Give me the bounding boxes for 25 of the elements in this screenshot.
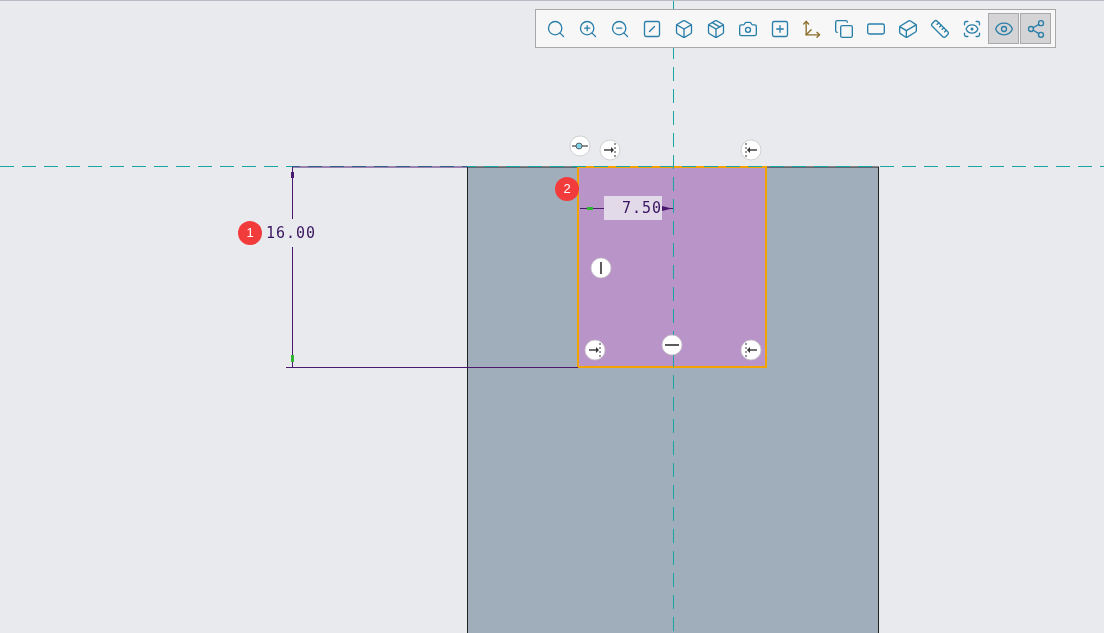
cuboid-icon xyxy=(897,18,918,39)
zoom-fit-icon xyxy=(545,18,566,39)
dimension-value[interactable]: 16.00 xyxy=(266,223,317,243)
axes-icon xyxy=(801,18,822,39)
constraint-icon[interactable] xyxy=(740,339,762,361)
number-badge: 1 xyxy=(238,221,262,245)
square-slash-icon xyxy=(641,18,662,39)
constraint-icon[interactable] xyxy=(569,135,591,157)
cube-icon xyxy=(673,18,694,39)
zoom-in-icon xyxy=(577,18,598,39)
constraint-icon[interactable] xyxy=(661,334,683,356)
dimension-value[interactable]: 7.50 xyxy=(604,196,662,220)
ruler-icon xyxy=(929,18,950,39)
constraint-icon[interactable] xyxy=(584,339,606,361)
toolbar-button[interactable] xyxy=(988,13,1019,44)
constraint-icon[interactable] xyxy=(590,257,612,279)
box-icon xyxy=(705,18,726,39)
square-plus-icon xyxy=(769,18,790,39)
zoom-out-icon xyxy=(609,18,630,39)
toolbar-button[interactable] xyxy=(1020,13,1051,44)
scan-eye-icon xyxy=(961,18,982,39)
constraint-icon[interactable] xyxy=(599,139,621,161)
nodes-icon xyxy=(1025,18,1046,39)
copy-icon xyxy=(833,18,854,39)
constraint-icon[interactable] xyxy=(740,139,762,161)
